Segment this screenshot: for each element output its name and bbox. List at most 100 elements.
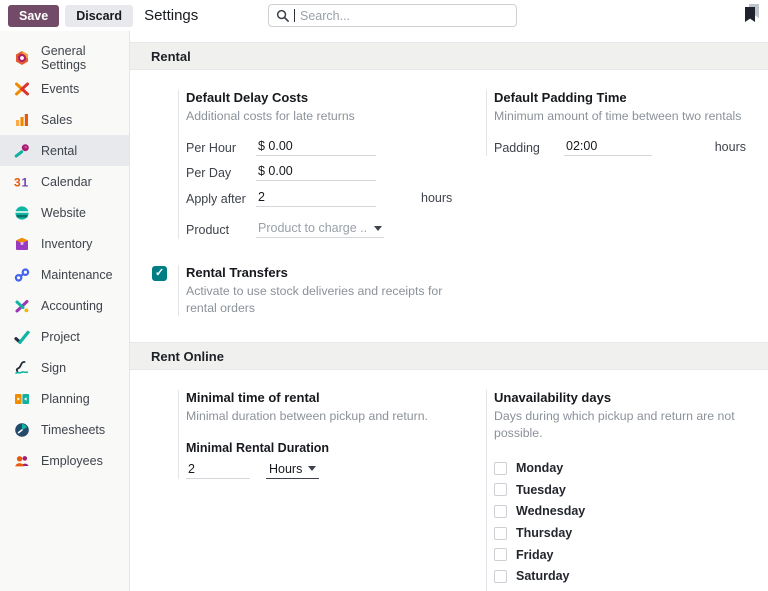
- setting-box-unavailability-days: Unavailability days Days during which pi…: [460, 390, 764, 591]
- day-row-wednesday: Wednesday: [494, 501, 764, 523]
- sidebar-item-general-settings[interactable]: General Settings: [0, 42, 129, 73]
- per-hour-label: Per Hour: [186, 139, 256, 157]
- setting-title: Minimal time of rental: [186, 390, 460, 405]
- sidebar-item-label: Employees: [41, 454, 103, 468]
- apply-after-label: Apply after: [186, 190, 256, 208]
- svg-text:3: 3: [14, 175, 21, 189]
- settings-search[interactable]: [268, 4, 517, 27]
- sales-icon: [13, 111, 30, 128]
- setting-title: Default Padding Time: [494, 90, 764, 105]
- setting-subtitle: Activate to use stock deliveries and rec…: [186, 283, 460, 316]
- section-header-rental: Rental: [130, 42, 768, 70]
- settings-sidebar: General Settings Events Sales Rental 31 …: [0, 31, 130, 591]
- sidebar-item-timesheets[interactable]: Timesheets: [0, 414, 129, 445]
- setting-subtitle: Additional costs for late returns: [186, 108, 460, 125]
- setting-title: Unavailability days: [494, 390, 764, 405]
- minimal-duration-input[interactable]: [186, 462, 250, 479]
- chevron-down-icon: [308, 466, 316, 471]
- tuesday-checkbox[interactable]: [494, 483, 507, 496]
- day-row-friday: Friday: [494, 544, 764, 566]
- sidebar-item-label: Events: [41, 82, 79, 96]
- page-title: Settings: [144, 7, 198, 24]
- sidebar-item-label: Accounting: [41, 299, 103, 313]
- duration-unit-select[interactable]: Hours: [266, 462, 319, 479]
- website-globe-icon: [13, 204, 30, 221]
- unavailability-days-list: Monday Tuesday Wednesday: [494, 457, 764, 591]
- setting-box-default-padding-time: Default Padding Time Minimum amount of t…: [460, 90, 764, 156]
- sidebar-item-label: Rental: [41, 144, 77, 158]
- product-select[interactable]: Product to charge ...: [256, 221, 384, 238]
- apply-after-unit: hours: [421, 190, 452, 205]
- sidebar-item-label: Website: [41, 206, 86, 220]
- per-day-label: Per Day: [186, 164, 256, 182]
- sidebar-item-maintenance[interactable]: Maintenance: [0, 259, 129, 290]
- padding-unit: hours: [715, 139, 746, 154]
- text-cursor: [294, 9, 295, 22]
- monday-checkbox[interactable]: [494, 462, 507, 475]
- bookmark-icon[interactable]: [744, 4, 760, 26]
- sidebar-item-website[interactable]: Website: [0, 197, 129, 228]
- inventory-icon: [13, 235, 30, 252]
- sidebar-item-label: General Settings: [41, 44, 129, 72]
- calendar-icon: 31: [13, 173, 30, 190]
- settings-content: Rental Default Delay Costs Additional co…: [130, 31, 768, 591]
- sidebar-item-label: Project: [41, 330, 80, 344]
- search-icon: [276, 7, 289, 24]
- sidebar-item-label: Maintenance: [41, 268, 113, 282]
- sidebar-item-label: Calendar: [41, 175, 92, 189]
- setting-title: Rental Transfers: [186, 265, 460, 280]
- padding-input[interactable]: [564, 139, 652, 156]
- apply-after-input[interactable]: [256, 190, 376, 207]
- sidebar-item-planning[interactable]: Planning: [0, 383, 129, 414]
- top-bar: Save Discard Settings: [0, 0, 768, 31]
- sidebar-item-sales[interactable]: Sales: [0, 104, 129, 135]
- save-button[interactable]: Save: [8, 5, 59, 27]
- maintenance-icon: [13, 266, 30, 283]
- general-settings-icon: [13, 49, 30, 66]
- setting-subtitle: Minimum amount of time between two renta…: [494, 108, 764, 125]
- day-row-tuesday: Tuesday: [494, 479, 764, 501]
- sign-pen-icon: [13, 359, 30, 376]
- sidebar-item-label: Timesheets: [41, 423, 105, 437]
- per-hour-input[interactable]: [256, 139, 376, 156]
- sidebar-item-label: Sign: [41, 361, 66, 375]
- sidebar-item-employees[interactable]: Employees: [0, 445, 129, 476]
- search-input[interactable]: [300, 9, 509, 23]
- saturday-checkbox[interactable]: [494, 570, 507, 583]
- sidebar-item-events[interactable]: Events: [0, 73, 129, 104]
- svg-text:1: 1: [21, 175, 28, 189]
- events-icon: [13, 80, 30, 97]
- rental-key-icon: [13, 142, 30, 159]
- sidebar-item-sign[interactable]: Sign: [0, 352, 129, 383]
- setting-subtitle: Minimal duration between pickup and retu…: [186, 408, 460, 425]
- per-day-input[interactable]: [256, 164, 376, 181]
- timesheets-clock-icon: [13, 421, 30, 438]
- padding-label: Padding: [494, 139, 564, 157]
- setting-subtitle: Days during which pickup and return are …: [494, 408, 764, 441]
- sidebar-item-accounting[interactable]: Accounting: [0, 290, 129, 321]
- sidebar-item-project[interactable]: Project: [0, 321, 129, 352]
- wednesday-checkbox[interactable]: [494, 505, 507, 518]
- day-row-thursday: Thursday: [494, 522, 764, 544]
- sidebar-item-inventory[interactable]: Inventory: [0, 228, 129, 259]
- day-row-sunday: Sunday: [494, 587, 764, 591]
- project-check-icon: [13, 328, 30, 345]
- sidebar-item-rental[interactable]: Rental: [0, 135, 129, 166]
- section-header-rent-online: Rent Online: [130, 342, 768, 370]
- discard-button[interactable]: Discard: [65, 5, 133, 27]
- setting-title: Default Delay Costs: [186, 90, 460, 105]
- rental-transfers-checkbox[interactable]: [152, 266, 167, 281]
- setting-box-rental-transfers: Rental Transfers Activate to use stock d…: [152, 265, 460, 316]
- setting-box-minimal-time: Minimal time of rental Minimal duration …: [152, 390, 460, 479]
- sidebar-item-calendar[interactable]: 31 Calendar: [0, 166, 129, 197]
- product-label: Product: [186, 221, 256, 239]
- setting-box-default-delay-costs: Default Delay Costs Additional costs for…: [152, 90, 460, 239]
- sidebar-item-label: Planning: [41, 392, 90, 406]
- minimal-rental-duration-label: Minimal Rental Duration: [186, 441, 460, 455]
- friday-checkbox[interactable]: [494, 548, 507, 561]
- sidebar-item-label: Inventory: [41, 237, 92, 251]
- planning-icon: [13, 390, 30, 407]
- day-row-saturday: Saturday: [494, 566, 764, 588]
- day-row-monday: Monday: [494, 457, 764, 479]
- thursday-checkbox[interactable]: [494, 527, 507, 540]
